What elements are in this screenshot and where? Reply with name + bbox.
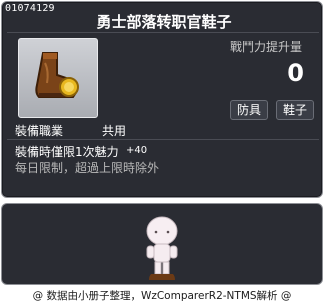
effect-value: +40 [126,145,148,156]
job-value: 共用 [102,124,127,138]
item-tooltip: 01074129 勇士部落转职官鞋子 戰鬥力提升量 0 防具 鞋子 裝備職業 共… [1,1,323,198]
boots-icon [35,52,79,98]
category-tag-shoes: 鞋子 [276,100,315,120]
footer-credit: @ 数据由小册子整理，WzComparerR2-NTMS解析 @ [32,290,292,302]
character-preview-icon [146,216,178,280]
item-icon-frame [18,38,98,118]
combat-power-label: 戰鬥力提升量 [229,40,302,54]
item-name: 勇士部落转职官鞋子 [96,13,232,31]
combat-power-value: 0 [287,59,304,87]
job-label: 裝備職業 [15,124,64,138]
divider [7,32,319,33]
limit-text: 每日限制，超過上限時除外 [15,161,160,175]
category-tag-armor: 防具 [230,100,269,120]
effect-label: 裝備時僅限1次魅力 [15,145,119,159]
divider [7,139,319,140]
character-preview [1,203,323,285]
